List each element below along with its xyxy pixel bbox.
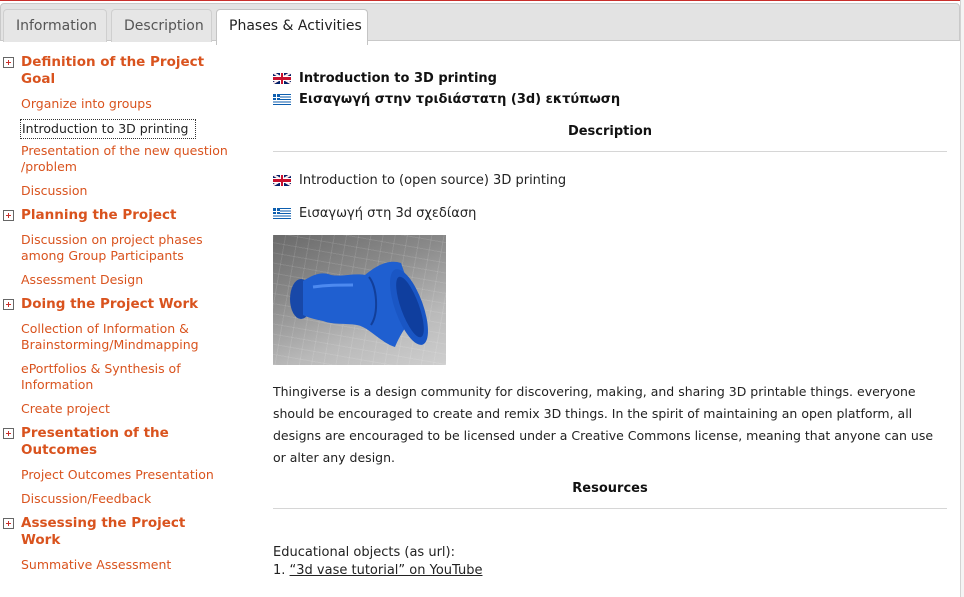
phase-planning: Planning the Project [0,207,255,224]
activity-link[interactable]: ePortfolios & Synthesis of Information [21,361,246,393]
vase-3d-render-image [273,235,446,365]
phase-title[interactable]: Definition of the Project Goal [21,54,221,88]
activity-link[interactable]: Assessment Design [21,272,246,288]
activity-link[interactable]: Project Outcomes Presentation [21,467,246,483]
uk-flag-icon [273,73,291,84]
resource-link[interactable]: “3d vase tutorial” on YouTube [290,563,483,578]
activity-link[interactable]: Create project [21,401,246,417]
phase-doing: Doing the Project Work [0,296,255,313]
educational-objects-label: Educational objects (as url): [273,545,455,560]
title-en-row: Introduction to 3D printing [273,68,947,89]
tab-description[interactable]: Description [111,9,212,42]
activity-title-en: Introduction to 3D printing [299,71,497,86]
tab-bar: Information Description Phases & Activit… [0,3,960,45]
description-gr: Εισαγωγή στη 3d σχεδίαση [299,206,477,221]
tab-information[interactable]: Information [3,9,107,42]
activity-link-selected[interactable]: Introduction to 3D printing [20,119,196,139]
activity-title-gr: Εισαγωγή στην τριδιάστατη (3d) εκτύπωση [299,92,621,107]
expand-plus-icon[interactable] [3,518,14,529]
description-en-row: Introduction to (open source) 3D printin… [273,172,947,190]
phase-assessing: Assessing the Project Work [0,515,255,549]
phase-definition: Definition of the Project Goal [0,54,255,88]
description-heading: Description [273,110,947,152]
expand-plus-icon[interactable] [3,210,14,221]
activity-content: Introduction to 3D printing Εισαγωγή στη… [273,68,947,578]
activity-link[interactable]: Organize into groups [21,96,246,112]
activity-link[interactable]: Discussion/Feedback [21,491,246,507]
phase-title[interactable]: Assessing the Project Work [21,515,221,549]
description-en: Introduction to (open source) 3D printin… [299,173,567,188]
description-paragraph: Thingiverse is a design community for di… [273,384,934,465]
activity-link[interactable]: Discussion on project phases among Group… [21,232,246,264]
activity-link[interactable]: Collection of Information & Brainstormin… [21,321,246,353]
phases-sidebar: Definition of the Project Goal Organize … [0,54,255,573]
activity-link[interactable]: Summative Assessment [21,557,246,573]
activity-link[interactable]: Presentation of the new question /proble… [21,143,246,175]
title-gr-row: Εισαγωγή στην τριδιάστατη (3d) εκτύπωση [273,89,947,110]
phase-title[interactable]: Doing the Project Work [21,296,221,313]
resource-item: 1. “3d vase tutorial” on YouTube [273,563,947,578]
vase-illustration [290,261,428,347]
activity-link[interactable]: Discussion [21,183,246,199]
resources-heading: Resources [273,469,947,509]
uk-flag-icon [273,175,291,186]
expand-plus-icon[interactable] [3,57,14,68]
expand-plus-icon[interactable] [3,299,14,310]
expand-plus-icon[interactable] [3,428,14,439]
greek-flag-icon [273,94,291,105]
scrollbar-track[interactable] [960,0,964,597]
phase-title[interactable]: Presentation of the Outcomes [21,425,221,459]
greek-flag-icon [273,208,291,219]
description-gr-row: Εισαγωγή στη 3d σχεδίαση [273,205,947,223]
phase-title[interactable]: Planning the Project [21,207,221,224]
phase-presentation: Presentation of the Outcomes [0,425,255,459]
resource-number: 1. [273,563,286,578]
tab-phases-activities[interactable]: Phases & Activities [216,9,368,45]
